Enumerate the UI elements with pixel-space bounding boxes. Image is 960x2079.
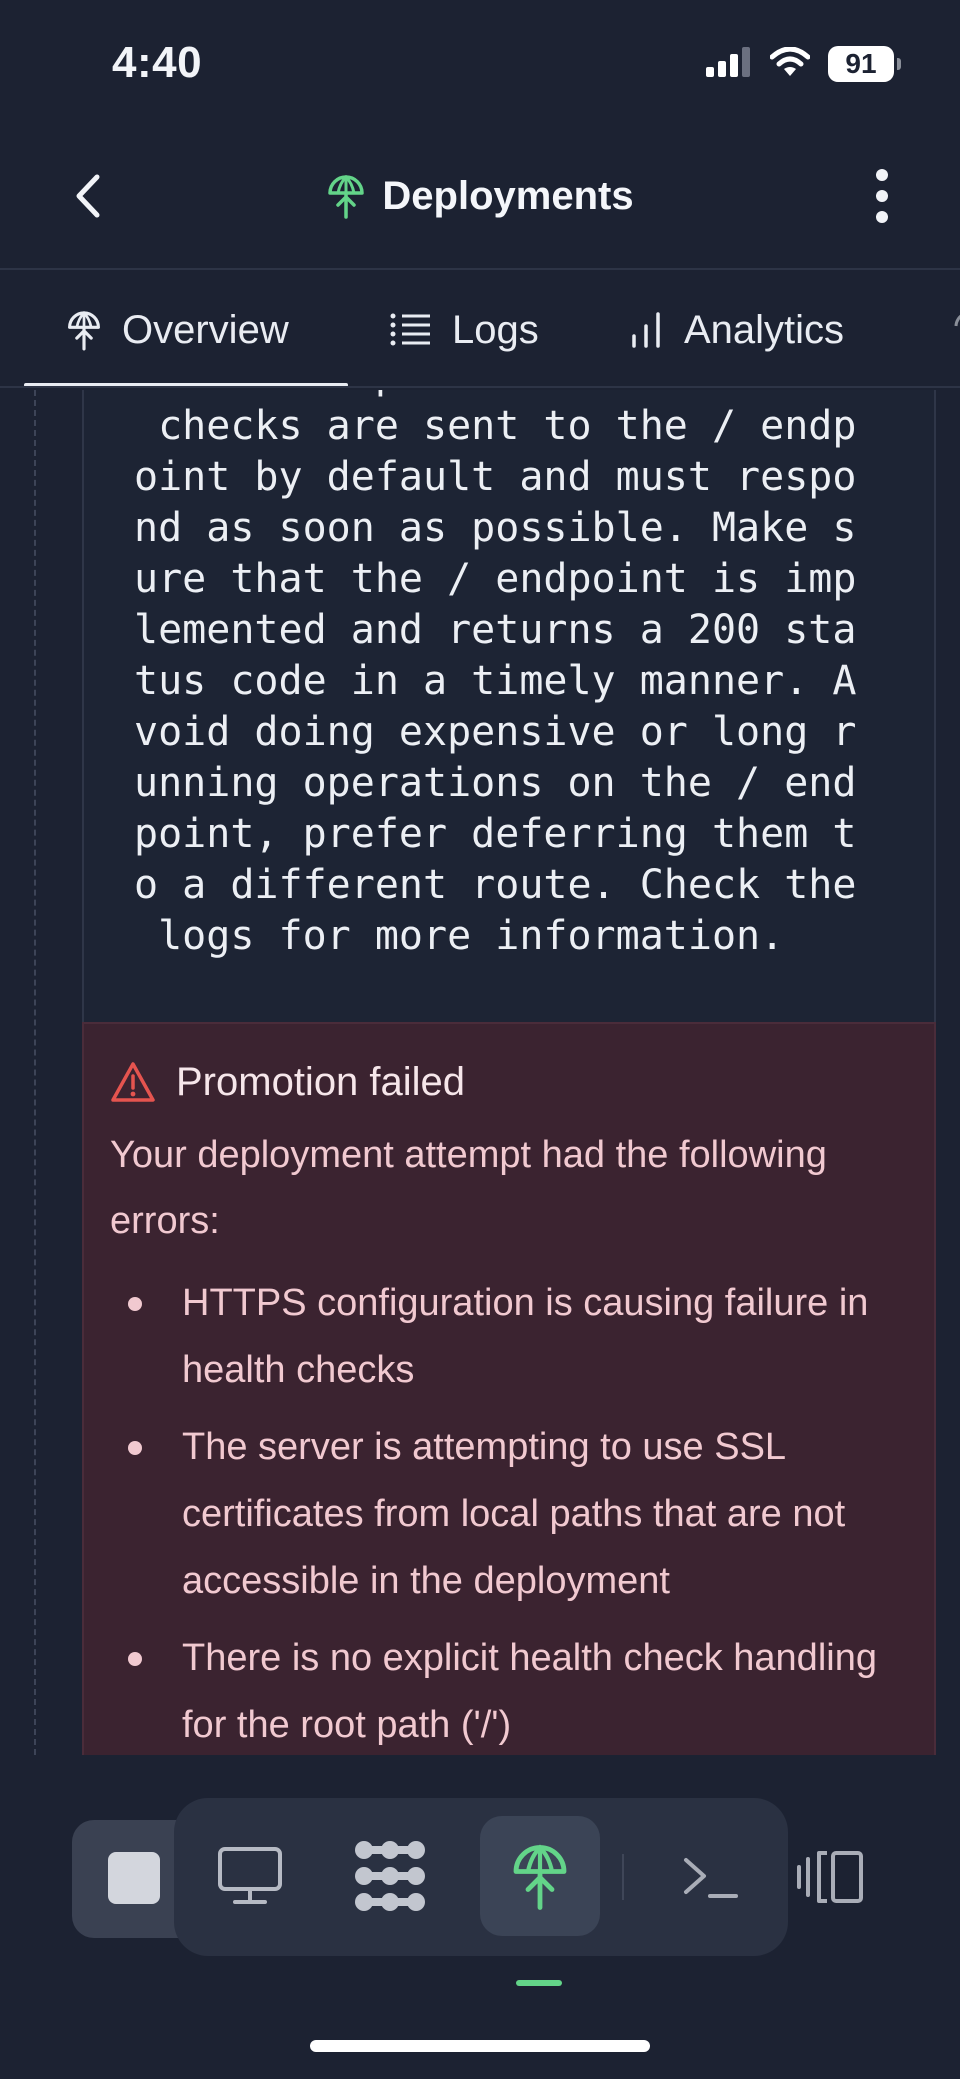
log-line: ure that the / endpoint is imp — [134, 556, 857, 602]
terminal-icon — [684, 1858, 738, 1898]
timeline-line — [34, 390, 36, 1755]
terminal-button[interactable] — [670, 1842, 750, 1912]
log-line: tus code in a timely manner. A — [134, 658, 857, 704]
status-time: 4:40 — [112, 38, 203, 87]
deployment-overview[interactable]: oesn't respond in time. Health checks ar… — [0, 390, 960, 1755]
tab-label: Overview — [122, 307, 289, 352]
tab-overview[interactable]: Overview — [66, 272, 289, 386]
error-item-text: HTTPS configuration is causing failure i… — [182, 1282, 869, 1391]
active-tab-indicator — [24, 383, 348, 386]
deployments-icon — [328, 174, 365, 219]
tab-overflow-icon — [954, 314, 960, 327]
tab-bar: Overview Logs Analytics — [0, 272, 960, 388]
log-line: o a different route. Check the — [134, 862, 857, 908]
desktop-button[interactable] — [210, 1836, 290, 1916]
tab-analytics[interactable]: Analytics — [630, 272, 845, 386]
app-header: Deployments — [0, 130, 960, 270]
deployments-icon — [513, 1844, 567, 1910]
warning-icon — [111, 1062, 155, 1102]
error-item: There is no explicit health check handli… — [110, 1625, 910, 1755]
tab-logs[interactable]: Logs — [390, 272, 539, 386]
error-header: Promotion failed — [110, 1058, 465, 1106]
error-item: HTTPS configuration is causing failure i… — [110, 1270, 910, 1404]
error-title: Promotion failed — [176, 1059, 466, 1104]
more-vertical-icon — [876, 169, 888, 223]
log-text: oesn't respond in time. Health checks ar… — [134, 390, 894, 962]
deployments-icon — [68, 310, 100, 351]
log-line: point, prefer deferring them t — [134, 811, 857, 857]
error-item-text: There is no explicit health check handli… — [182, 1637, 877, 1746]
status-icons: 91 — [706, 44, 901, 84]
log-line: oint by default and must respo — [134, 454, 857, 500]
split-view-icon — [797, 1851, 863, 1903]
tab-label: Logs — [452, 307, 539, 352]
error-item: The server is attempting to use SSL cert… — [110, 1414, 910, 1615]
desktop-icon — [218, 1847, 282, 1904]
grid-button[interactable] — [350, 1836, 430, 1916]
error-item-text: The server is attempting to use SSL cert… — [182, 1426, 846, 1602]
bullet — [128, 1441, 142, 1455]
log-line: lemented and returns a 200 sta — [134, 607, 857, 653]
battery-icon: 91 — [828, 46, 901, 82]
log-line: unning operations on the / end — [134, 760, 857, 806]
log-line: oesn't respond in time. Health — [134, 390, 856, 398]
bullet — [128, 1652, 142, 1666]
promotion-error-panel: Promotion failed Your deployment attempt… — [82, 1022, 936, 1755]
grid-icon — [355, 1841, 425, 1911]
split-view-button[interactable] — [790, 1842, 870, 1912]
bullet — [128, 1297, 142, 1311]
wifi-icon — [769, 46, 811, 82]
dock-divider — [622, 1854, 624, 1900]
bar-chart-icon — [632, 312, 660, 348]
list-icon — [390, 313, 430, 346]
status-bar: 4:40 91 — [0, 0, 960, 130]
page-title: Deployments — [382, 173, 634, 218]
log-line: logs for more information. — [134, 913, 785, 959]
more-options-button[interactable] — [852, 166, 912, 226]
bottom-dock — [70, 1798, 863, 1956]
deployments-dock-button[interactable] — [480, 1816, 600, 1936]
header-title-group: Deployments — [0, 166, 960, 226]
log-line: nd as soon as possible. Make s — [134, 505, 857, 551]
signal-icon — [706, 46, 752, 82]
log-line: checks are sent to the / endp — [134, 403, 857, 449]
error-list: HTTPS configuration is causing failure i… — [110, 1270, 910, 1755]
stop-button[interactable] — [104, 1848, 164, 1908]
log-line: void doing expensive or long r — [134, 709, 857, 755]
error-description: Your deployment attempt had the followin… — [110, 1134, 827, 1242]
tab-label: Analytics — [684, 307, 845, 352]
home-indicator[interactable] — [310, 2040, 650, 2052]
active-dock-indicator — [516, 1980, 562, 1986]
stop-icon — [108, 1852, 160, 1904]
